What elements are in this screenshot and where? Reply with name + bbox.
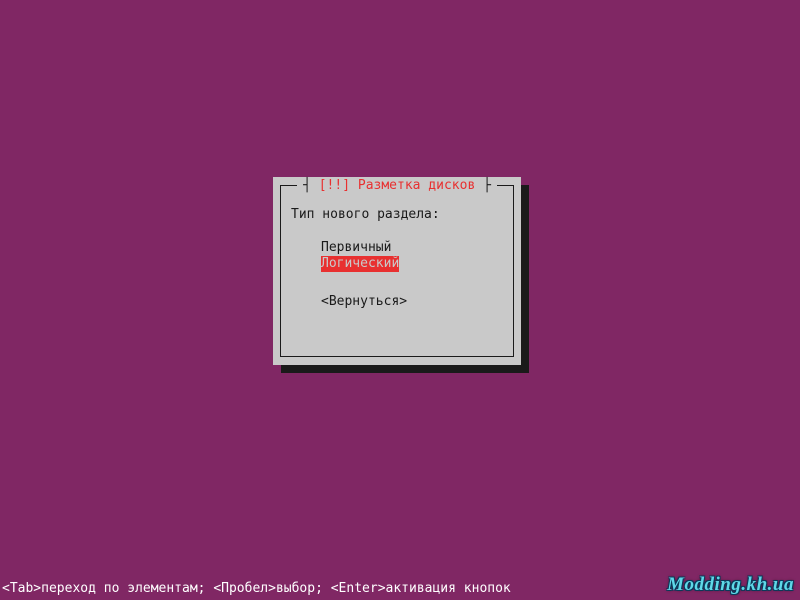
- option-primary[interactable]: Первичный: [321, 240, 391, 256]
- dialog-title: [!!] Разметка дисков: [311, 178, 483, 193]
- dialog-title-bg: ┤ [!!] Разметка дисков ├: [297, 178, 497, 193]
- option-logical[interactable]: Логический: [321, 256, 399, 272]
- title-dash-left: ┤: [303, 178, 311, 193]
- footer-enter: <Enter>активация кнопок: [331, 581, 511, 596]
- footer-help: <Tab>переход по элементам; <Пробел>выбор…: [2, 581, 511, 596]
- partition-dialog: ┤ [!!] Разметка дисков ├ Тип нового разд…: [273, 177, 521, 365]
- dialog-title-wrap: ┤ [!!] Разметка дисков ├: [273, 178, 521, 193]
- watermark: Modding.kh.ua: [667, 574, 794, 596]
- options-list: Первичный Логический: [321, 240, 503, 272]
- dialog-body: Тип нового раздела: Первичный Логический…: [291, 207, 503, 309]
- title-dash-right: ├: [483, 178, 491, 193]
- footer-space: <Пробел>выбор;: [213, 581, 323, 596]
- footer-tab: <Tab>переход по элементам;: [2, 581, 206, 596]
- back-button[interactable]: <Вернуться>: [321, 294, 407, 309]
- prompt-text: Тип нового раздела:: [291, 207, 503, 222]
